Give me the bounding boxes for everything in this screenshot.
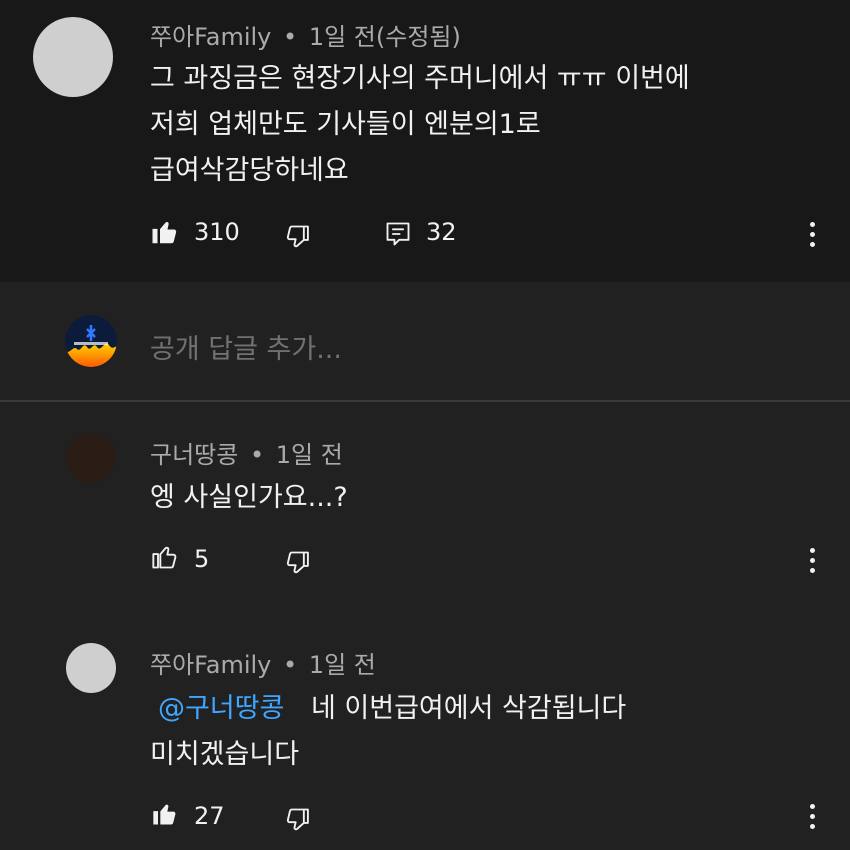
separator-dot: • [249,441,265,469]
comment-time: 1일 전(수정됨) [308,23,461,51]
reply-text: 네 이번급여에서 삭감됩니다 [310,693,627,724]
thumbs-down-icon[interactable] [284,806,312,834]
reply-time: 1일 전 [275,441,343,469]
comment-text-line-1: 그 과징금은 현장기사의 주머니에서 ㅠㅠ 이번에 [150,63,690,94]
more-options-icon[interactable] [807,222,817,247]
thumbs-down-icon[interactable] [284,223,312,251]
thumbs-up-filled-icon[interactable] [151,800,179,828]
reply-time: 1일 전 [308,651,376,679]
top-comment: 쭈아Family • 1일 전(수정됨) 그 과징금은 현장기사의 주머니에서 … [0,0,850,282]
separator-dot: • [283,651,298,679]
more-options-icon[interactable] [807,804,817,829]
reply-text: 엥 사실인가요...? [150,482,348,513]
user-avatar [65,315,117,367]
author-name[interactable]: 쭈아Family [150,651,271,679]
mention-link[interactable]: @구너땅콩 [158,693,284,724]
thumbs-down-icon[interactable] [284,549,312,577]
thumbs-up-icon[interactable] [151,543,179,571]
author-avatar[interactable] [66,643,116,693]
comment-meta: 쭈아Family • 1일 전(수정됨) [150,17,461,52]
reply-text-line-1: @구너땅콩 네 이번급여에서 삭감됩니다 [150,686,626,725]
comment-text-line-3: 급여삭감당하네요 [150,155,349,186]
author-avatar[interactable] [33,17,113,97]
reply-meta: 구너땅콩 • 1일 전 [150,435,343,470]
author-avatar[interactable] [66,433,116,483]
reply-comment-icon[interactable] [384,220,412,248]
reply-input-area: 공개 답글 추가... [0,282,850,400]
comment-text-line-2: 저희 업체만도 기사들이 엔분의1로 [150,109,541,140]
like-count: 5 [194,545,210,573]
author-name[interactable]: 쭈아Family [150,23,271,51]
like-count: 310 [194,218,240,246]
reply-text-line-2: 미치겠습니다 [150,739,300,770]
replies-list: 구너땅콩 • 1일 전 엥 사실인가요...? 5 쭈아Family • 1일 … [0,402,850,850]
like-count: 27 [194,802,225,830]
author-name[interactable]: 구너땅콩 [150,441,238,469]
more-options-icon[interactable] [807,548,817,573]
thumbs-up-filled-icon[interactable] [150,217,180,247]
reply-meta: 쭈아Family • 1일 전 [150,645,376,680]
separator-dot: • [283,23,298,51]
reply-count[interactable]: 32 [426,218,457,246]
reply-input[interactable]: 공개 답글 추가... [150,327,342,366]
